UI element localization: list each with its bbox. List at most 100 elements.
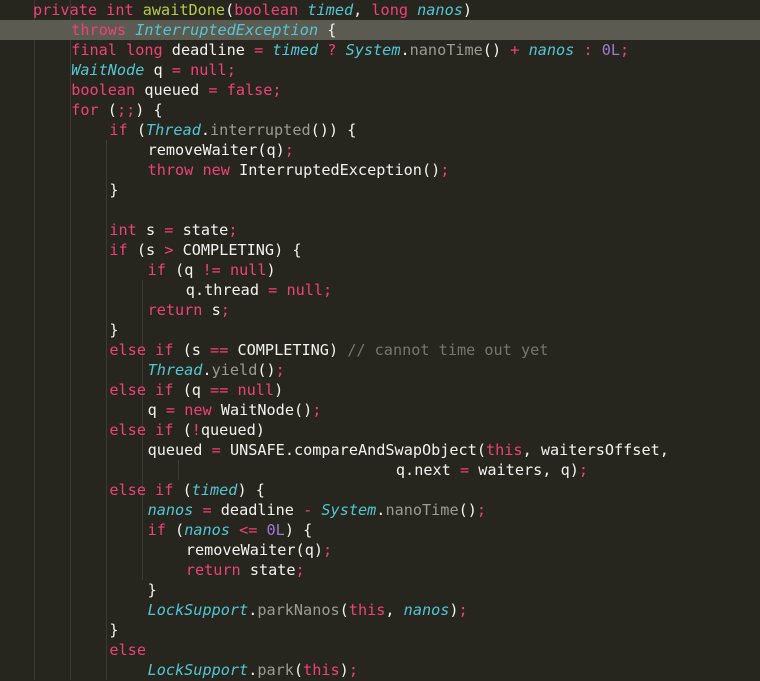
token-plain: q <box>304 541 314 559</box>
code-line[interactable]: } <box>0 320 760 340</box>
token-op: = <box>202 501 212 519</box>
code-content[interactable]: private int awaitDone(boolean timed, lon… <box>0 0 760 681</box>
code-line[interactable]: return s; <box>0 300 760 320</box>
token-op: : <box>583 41 593 59</box>
token-plain: ) <box>339 661 349 679</box>
token-plain: ) <box>328 341 348 359</box>
code-line[interactable]: else if (q == null) <box>0 380 760 400</box>
code-line[interactable]: q.next = waiters, q); <box>0 460 760 480</box>
code-line[interactable]: } <box>0 620 760 640</box>
code-line[interactable]: LockSupport.parkNanos(this, nanos); <box>0 600 760 620</box>
token-plain: q <box>395 461 406 479</box>
code-line[interactable]: nanos = deadline - System.nanoTime(); <box>0 500 760 520</box>
token-plain: COMPLETING <box>182 241 275 259</box>
code-line[interactable]: private int awaitDone(boolean timed, lon… <box>0 0 760 20</box>
token-op: != <box>202 261 221 279</box>
token-semi: ; <box>220 301 230 319</box>
code-line[interactable]: } <box>0 580 760 600</box>
code-line[interactable]: throw new InterruptedException(); <box>0 160 760 180</box>
code-line[interactable]: LockSupport.park(this); <box>0 660 760 680</box>
code-line[interactable]: for (;;) { <box>0 100 760 120</box>
code-line[interactable]: } <box>0 180 760 200</box>
code-line[interactable]: q = new WaitNode(); <box>0 400 760 420</box>
token-keyword: if <box>147 521 166 539</box>
token-plain: . <box>200 121 211 139</box>
token-plain: state <box>182 221 229 239</box>
code-line[interactable] <box>0 200 760 220</box>
token-param: timed <box>307 1 354 19</box>
code-line[interactable]: else if (!queued) <box>0 420 760 440</box>
token-plain: state <box>249 561 296 579</box>
code-line[interactable]: queued = UNSAFE.compareAndSwapObject(thi… <box>0 440 760 460</box>
token-plain: () <box>293 401 313 419</box>
code-line[interactable]: if (Thread.interrupted()) { <box>0 120 760 140</box>
token-type: Thread <box>146 121 201 139</box>
code-line[interactable]: final long deadline = timed ? System.nan… <box>0 40 760 60</box>
token-plain: ( <box>295 541 305 559</box>
token-plain: queued <box>144 81 200 99</box>
token-plain: ( <box>136 241 146 259</box>
token-type: InterruptedException <box>135 21 319 39</box>
token-plain: ) <box>313 541 323 559</box>
token-plain: next <box>414 461 451 479</box>
code-line[interactable]: boolean queued = false; <box>0 80 760 100</box>
token-type: System <box>321 501 377 519</box>
token-plain: , <box>353 1 372 19</box>
token-keyword: if <box>147 261 166 279</box>
code-line[interactable]: removeWaiter(q); <box>0 140 760 160</box>
token-plain: } <box>109 621 119 639</box>
token-plain: ( <box>182 381 192 399</box>
token-plain: ) <box>462 1 473 19</box>
code-line[interactable]: throws InterruptedException { <box>0 20 760 40</box>
token-method: nanoTime <box>409 41 483 59</box>
code-line[interactable]: else if (s == COMPLETING) // cannot time… <box>0 340 760 360</box>
token-plain: queued <box>147 441 203 459</box>
token-plain: waitersOffset <box>540 441 660 459</box>
token-plain: ( <box>182 481 192 499</box>
code-line[interactable]: int s = state; <box>0 220 760 240</box>
code-line[interactable]: Thread.yield(); <box>0 360 760 380</box>
code-line[interactable]: return state; <box>0 560 760 580</box>
code-line[interactable]: if (q != null) <box>0 260 760 280</box>
token-semi: ;; <box>116 101 136 119</box>
token-plain: { <box>303 521 313 539</box>
token-keyword: throws <box>71 21 127 39</box>
token-plain: compareAndSwapObject <box>293 441 477 459</box>
code-line[interactable]: else if (timed) { <box>0 480 760 500</box>
token-const: null <box>237 381 275 399</box>
token-plain: ) <box>449 601 459 619</box>
token-plain: . <box>284 441 294 459</box>
code-line[interactable]: if (s > COMPLETING) { <box>0 240 760 260</box>
code-line[interactable]: if (nanos <= 0L) { <box>0 520 760 540</box>
token-plain: ( <box>476 441 486 459</box>
token-keyword: for <box>71 101 99 119</box>
code-line[interactable]: WaitNode q = null; <box>0 60 760 80</box>
code-line[interactable]: removeWaiter(q); <box>0 540 760 560</box>
token-op: == <box>210 341 229 359</box>
token-op: - <box>303 501 313 519</box>
token-plain: . <box>194 281 205 299</box>
token-keyword: long <box>126 41 163 59</box>
code-editor[interactable]: private int awaitDone(boolean timed, lon… <box>0 0 760 681</box>
token-semi: ; <box>272 81 282 99</box>
token-semi: ; <box>295 561 305 579</box>
token-num: 0L <box>601 41 621 59</box>
code-line[interactable]: else <box>0 640 760 660</box>
code-line[interactable]: q.thread = null; <box>0 280 760 300</box>
